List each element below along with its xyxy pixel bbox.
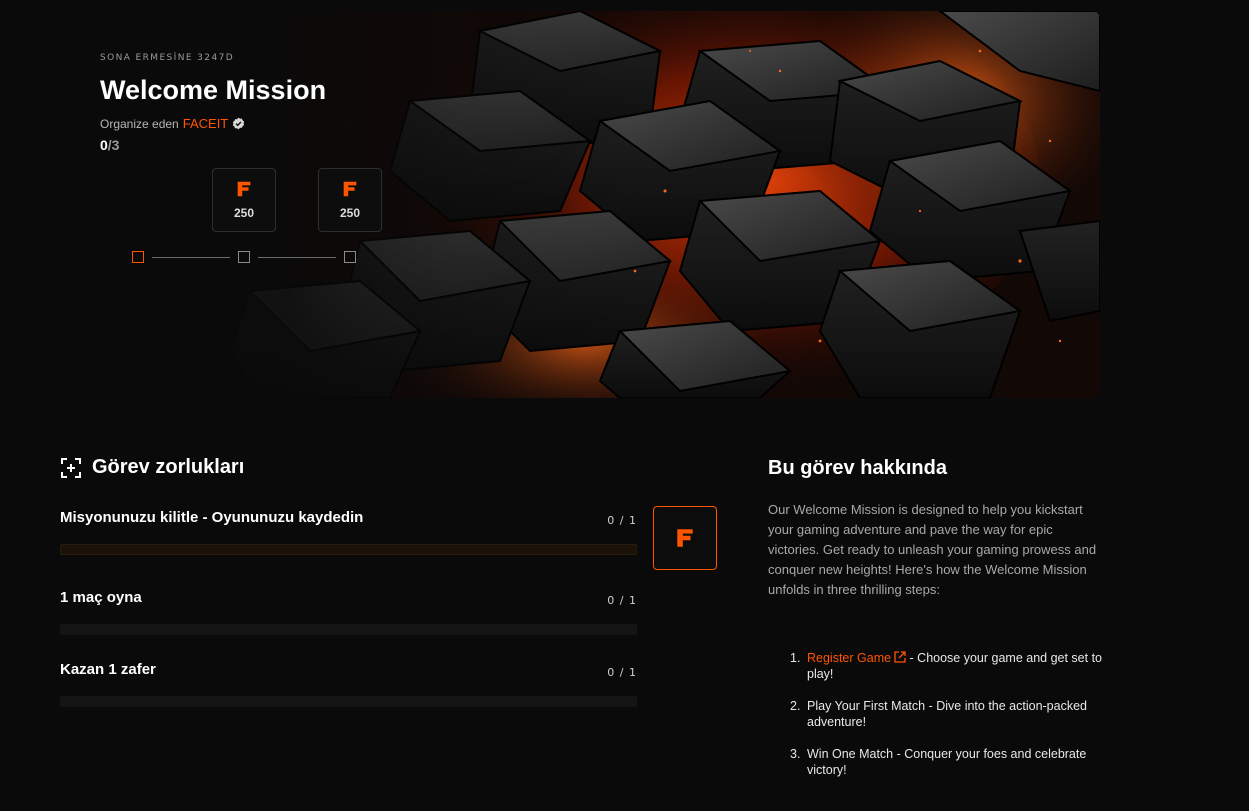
challenge-count: 0 / 1	[607, 514, 637, 527]
list-item: 3. Win One Match - Conquer your foes and…	[790, 746, 1110, 778]
focus-plus-icon	[61, 457, 81, 478]
challenge-name: Kazan 1 zafer	[60, 661, 156, 678]
list-item: 1. Register Game - Choose your game and …	[790, 650, 1110, 682]
faceit-points-icon	[343, 181, 357, 197]
step-number: 3.	[790, 747, 801, 761]
page-title: Welcome Mission	[100, 75, 327, 105]
organizer-link[interactable]: FACEIT	[183, 116, 229, 131]
reward-card-1[interactable]: 250	[212, 168, 276, 232]
challenge-reward-card[interactable]	[653, 506, 717, 570]
step-connector	[258, 257, 336, 258]
register-game-label: Register Game	[807, 651, 892, 665]
challenges-header: Görev zorlukları	[60, 456, 244, 479]
step-marker-2	[238, 251, 250, 263]
step-connector	[152, 257, 230, 258]
step-text-wrap: Register Game - Choose your game and get…	[807, 650, 1110, 682]
mission-banner: SONA ERMESİNE 3247D Welcome Mission Orga…	[60, 11, 1100, 398]
step-marker-1	[132, 251, 144, 263]
mission-header: SONA ERMESİNE 3247D Welcome Mission Orga…	[100, 11, 420, 398]
challenge-item: Misyonunuzu kilitle - Oyununuzu kaydedin…	[60, 509, 637, 557]
organizer-label: Organize eden	[100, 116, 179, 131]
challenge-item: 1 maç oyna 0 / 1	[60, 589, 637, 637]
challenge-progress-bar	[60, 696, 637, 707]
challenges-title: Görev zorlukları	[92, 456, 245, 478]
about-description: Our Welcome Mission is designed to help …	[768, 502, 1097, 597]
reward-card-2[interactable]: 250	[318, 168, 382, 232]
challenge-progress-bar	[60, 624, 637, 635]
challenge-count: 0 / 1	[607, 666, 637, 679]
external-link-icon	[894, 651, 906, 663]
step-text: Win One Match - Conquer your foes and ce…	[807, 747, 1087, 777]
organizer-line: Organize eden FACEIT	[100, 116, 245, 131]
challenge-name: 1 maç oyna	[60, 589, 142, 606]
reward-amount: 250	[233, 206, 255, 220]
challenge-count: 0 / 1	[607, 594, 637, 607]
progress-total: /3	[107, 137, 120, 153]
step-number: 1.	[790, 651, 801, 665]
challenge-name: Misyonunuzu kilitle - Oyununuzu kaydedin	[60, 509, 364, 526]
reward-amount: 250	[339, 206, 361, 220]
expiry-label: SONA ERMESİNE 3247D	[100, 53, 235, 63]
step-marker-3	[344, 251, 356, 263]
challenge-progress-bar	[60, 544, 637, 555]
faceit-points-icon	[237, 181, 251, 197]
mission-progress: 0/3	[100, 137, 119, 153]
about-title: Bu görev hakkında	[768, 457, 947, 479]
list-item: 2. Play Your First Match - Dive into the…	[790, 698, 1110, 730]
step-number: 2.	[790, 699, 801, 713]
mission-steps-list: 1. Register Game - Choose your game and …	[790, 650, 1110, 794]
challenge-item: Kazan 1 zafer 0 / 1	[60, 661, 637, 709]
verified-badge-icon	[233, 117, 245, 130]
progress-current: 0	[100, 137, 108, 153]
step-text: Play Your First Match - Dive into the ac…	[807, 699, 1087, 729]
register-game-link[interactable]: Register Game	[807, 651, 906, 665]
faceit-logo-icon	[677, 529, 693, 547]
